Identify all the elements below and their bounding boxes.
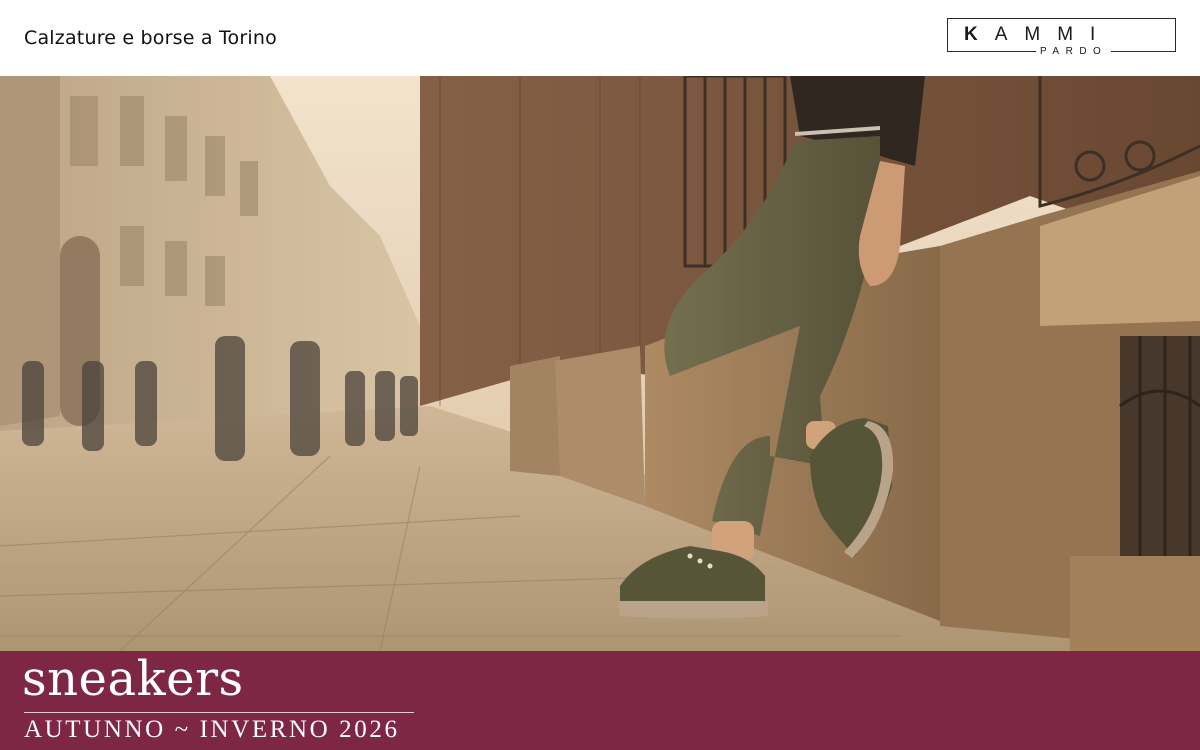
banner-subtitle: AUTUNNO ~ INVERNO 2026 [24, 716, 400, 743]
street-photo-illustration [0, 76, 1200, 651]
banner-title: sneakers [22, 651, 244, 707]
collection-banner: sneakers AUTUNNO ~ INVERNO 2026 [0, 651, 1200, 750]
logo-sub: PARDO [1036, 46, 1112, 57]
logo-letters: AMMI [994, 24, 1113, 45]
header: Calzature e borse a Torino KAMMI PARDO [0, 0, 1200, 76]
banner-divider [24, 712, 414, 713]
tagline: Calzature e borse a Torino [24, 27, 277, 49]
brand-logo[interactable]: KAMMI PARDO [947, 18, 1176, 57]
logo-main: KAMMI [964, 24, 1112, 46]
logo-letter-k: K [964, 24, 995, 45]
hero-photo [0, 76, 1200, 651]
